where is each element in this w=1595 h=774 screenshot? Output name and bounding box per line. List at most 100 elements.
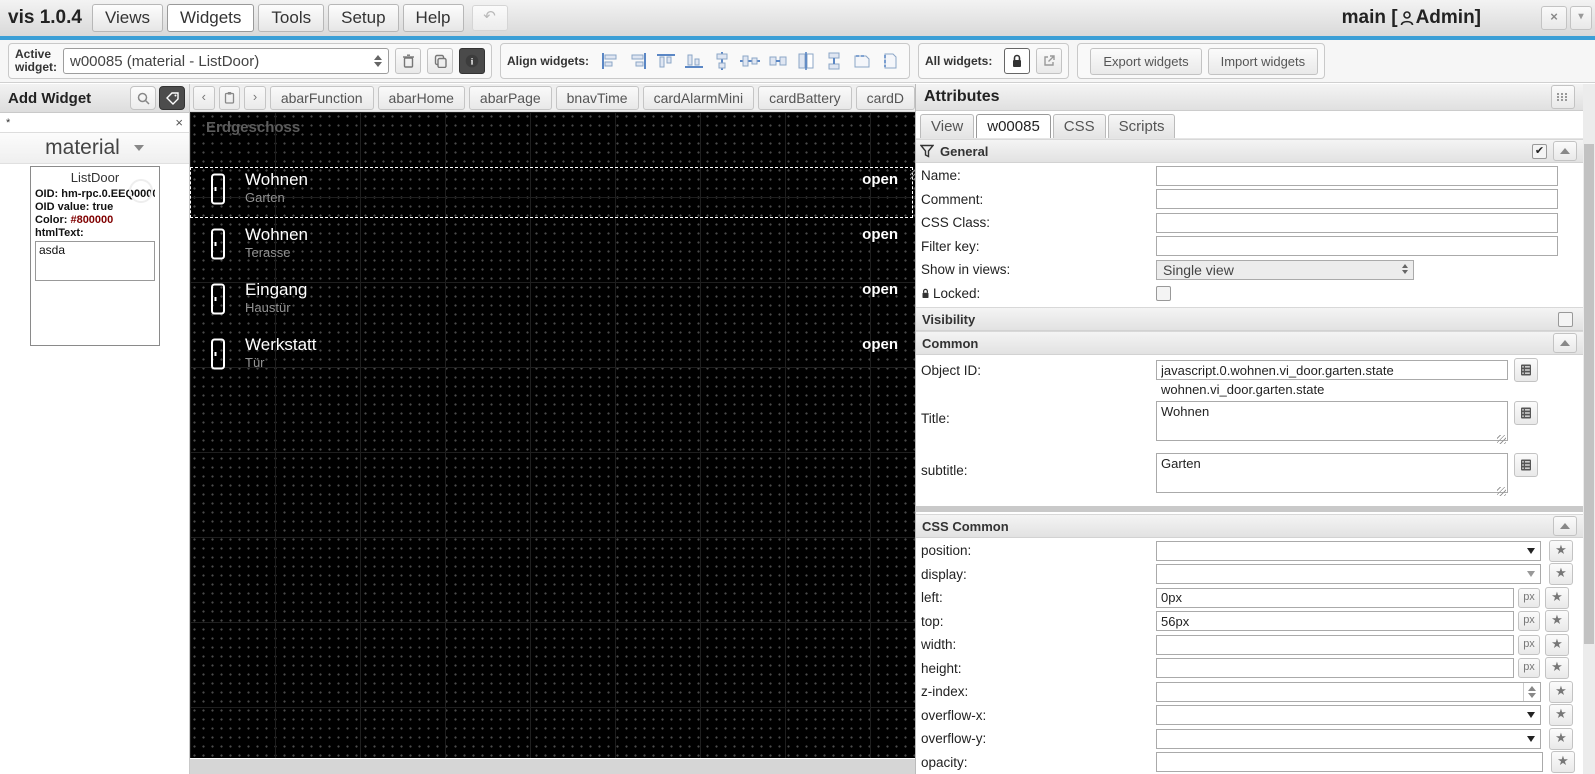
height-px-button[interactable]: px (1518, 658, 1540, 678)
general-enabled-checkbox[interactable]: ✔ (1532, 143, 1547, 159)
menu-widgets[interactable]: Widgets (167, 4, 255, 32)
name-field[interactable] (1156, 165, 1558, 186)
center-view-horizontal-button[interactable] (793, 48, 819, 74)
comment-field[interactable] (1156, 189, 1558, 209)
align-left-button[interactable] (597, 48, 623, 74)
show-all-button[interactable] (1036, 48, 1063, 74)
left-px-button[interactable]: px (1518, 587, 1540, 608)
locked-checkbox[interactable] (1156, 285, 1171, 301)
tab-view[interactable]: View (920, 114, 975, 138)
palette-search-button[interactable] (130, 86, 156, 110)
prev-view-icon[interactable]: ‹ (193, 85, 215, 110)
collapse-common-button[interactable] (1553, 333, 1577, 353)
section-general[interactable]: General ✔ (916, 139, 1595, 163)
view-tab-cardalarmmini[interactable]: cardAlarmMini (642, 85, 755, 110)
attributes-menu-button[interactable] (1551, 85, 1575, 109)
export-widgets-button[interactable]: Export widgets (1090, 47, 1202, 75)
resize-grip-icon[interactable] (1497, 487, 1506, 496)
same-width-button[interactable] (849, 48, 875, 74)
section-css-common[interactable]: CSS Common (916, 514, 1595, 538)
widget-info-button[interactable]: i (459, 48, 485, 74)
zindex-default-button[interactable]: ★ (1549, 680, 1573, 703)
overflow-y-select[interactable] (1156, 728, 1541, 749)
door-widget-werkstatt-tuer[interactable]: Werkstatt Tür open (190, 333, 915, 385)
edit-subtitle-button[interactable] (1514, 453, 1538, 477)
menu-views[interactable]: Views (91, 4, 163, 32)
width-default-button[interactable]: ★ (1545, 633, 1569, 656)
tab-scripts[interactable]: Scripts (1107, 114, 1176, 138)
door-widget-eingang-haustuer[interactable]: Eingang Haustür open (190, 278, 915, 330)
position-default-button[interactable]: ★ (1549, 539, 1573, 562)
select-object-button[interactable] (1514, 358, 1538, 382)
align-top-button[interactable] (653, 48, 679, 74)
top-px-button[interactable]: px (1518, 611, 1540, 631)
close-icon[interactable]: × (1541, 6, 1567, 30)
center-horizontal-button[interactable] (737, 48, 763, 74)
height-default-button[interactable]: ★ (1545, 657, 1569, 679)
filter-key-field[interactable] (1156, 236, 1558, 256)
paste-view-button[interactable] (218, 85, 241, 110)
palette-filter-input[interactable]: * (6, 117, 175, 129)
top-field[interactable] (1156, 611, 1514, 631)
overflow-x-default-button[interactable]: ★ (1549, 704, 1573, 726)
align-right-button[interactable] (625, 48, 651, 74)
show-in-views-select[interactable]: Single view (1156, 259, 1414, 280)
visibility-checkbox[interactable] (1558, 311, 1573, 327)
same-height-button[interactable] (877, 48, 903, 74)
next-view-icon[interactable]: › (244, 85, 266, 110)
attributes-scrollbar[interactable] (1583, 84, 1595, 774)
overflow-y-default-button[interactable]: ★ (1549, 727, 1573, 750)
import-widgets-button[interactable]: Import widgets (1207, 47, 1319, 75)
canvas-horizontal-scrollbar[interactable] (190, 758, 915, 774)
door-widget-wohnen-terasse[interactable]: Wohnen Terasse open (190, 223, 915, 275)
view-tab-abarpage[interactable]: abarPage (468, 85, 552, 110)
delete-widget-button[interactable] (395, 48, 421, 74)
left-default-button[interactable]: ★ (1545, 586, 1569, 609)
view-tab-cardbattery[interactable]: cardBattery (758, 85, 852, 110)
menu-setup[interactable]: Setup (328, 4, 399, 32)
overflow-x-select[interactable] (1156, 705, 1541, 725)
view-canvas[interactable]: Erdgeschoss Wohnen Garten open Wohnen Te… (190, 112, 915, 758)
palette-filter-button[interactable] (159, 86, 185, 110)
opacity-field[interactable] (1156, 752, 1543, 772)
align-bottom-button[interactable] (681, 48, 707, 74)
position-select[interactable] (1156, 540, 1541, 561)
width-px-button[interactable]: px (1518, 634, 1540, 655)
object-id-field[interactable] (1156, 360, 1508, 380)
selection-marquee[interactable] (190, 167, 915, 218)
view-tab-cardd[interactable]: cardD (855, 85, 915, 110)
distribute-horizontal-button[interactable] (765, 48, 791, 74)
top-default-button[interactable]: ★ (1545, 610, 1569, 632)
edit-title-button[interactable] (1514, 401, 1538, 425)
display-select[interactable] (1156, 564, 1541, 584)
spinner-arrows-icon[interactable] (1523, 682, 1540, 701)
css-class-field[interactable] (1156, 212, 1558, 233)
section-visibility[interactable]: Visibility (916, 307, 1595, 331)
title-field[interactable]: Wohnen (1156, 401, 1508, 441)
zindex-stepper[interactable] (1156, 681, 1541, 702)
tab-css[interactable]: CSS (1052, 114, 1106, 138)
left-field[interactable] (1156, 587, 1514, 608)
scrollbar-thumb[interactable] (1584, 144, 1594, 644)
section-common[interactable]: Common (916, 331, 1595, 355)
tab-widget-w00085[interactable]: w00085 (976, 114, 1051, 138)
menu-help[interactable]: Help (402, 4, 464, 32)
height-field[interactable] (1156, 658, 1514, 678)
distribute-vertical-button[interactable] (821, 48, 847, 74)
view-tab-abarfunction[interactable]: abarFunction (269, 85, 374, 110)
resize-grip-icon[interactable] (1497, 435, 1506, 444)
subtitle-field[interactable]: Garten (1156, 453, 1508, 493)
widget-set-select[interactable]: material (0, 133, 189, 164)
display-default-button[interactable]: ★ (1549, 563, 1573, 585)
view-tab-bnavtime[interactable]: bnavTime (555, 85, 639, 110)
center-vertical-button[interactable] (709, 48, 735, 74)
clone-widget-button[interactable] (427, 48, 453, 74)
widget-preview-card[interactable]: ListDoor OID: hm-rpc.0.EEQ0000 OID value… (30, 166, 160, 346)
menu-tools[interactable]: Tools (258, 4, 325, 32)
collapse-css-common-button[interactable] (1553, 516, 1577, 536)
collapse-general-button[interactable] (1553, 141, 1577, 161)
width-field[interactable] (1156, 634, 1514, 655)
active-widget-select[interactable]: w00085 (material - ListDoor) (63, 48, 389, 74)
lock-all-button[interactable] (1004, 48, 1031, 74)
view-tab-abarhome[interactable]: abarHome (377, 85, 465, 110)
